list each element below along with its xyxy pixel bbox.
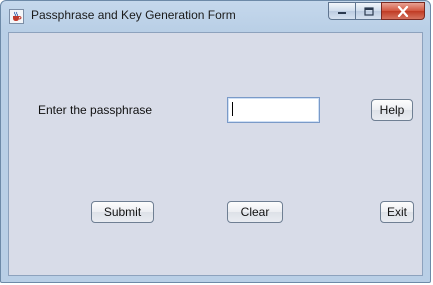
close-icon [382, 3, 424, 19]
java-coffee-cup-icon[interactable] [9, 9, 24, 24]
minimize-button[interactable] [328, 2, 355, 20]
maximize-button[interactable] [355, 2, 381, 20]
close-button[interactable] [381, 2, 425, 20]
title-bar[interactable]: Passphrase and Key Generation Form [1, 1, 430, 33]
passphrase-label: Enter the passphrase [38, 103, 153, 117]
submit-button[interactable]: Submit [91, 201, 154, 223]
caption-buttons [328, 2, 425, 21]
window-title: Passphrase and Key Generation Form [31, 8, 236, 22]
text-caret [232, 102, 233, 116]
form-panel: Enter the passphrase Help Submit Clear E… [8, 32, 423, 276]
maximize-icon [356, 3, 381, 19]
clear-button[interactable]: Clear [227, 201, 283, 223]
help-button[interactable]: Help [371, 99, 413, 121]
passphrase-input[interactable] [227, 97, 320, 123]
application-window: Passphrase and Key Generation Form Enter… [0, 0, 431, 283]
minimize-icon [329, 3, 355, 19]
exit-button[interactable]: Exit [380, 201, 414, 223]
